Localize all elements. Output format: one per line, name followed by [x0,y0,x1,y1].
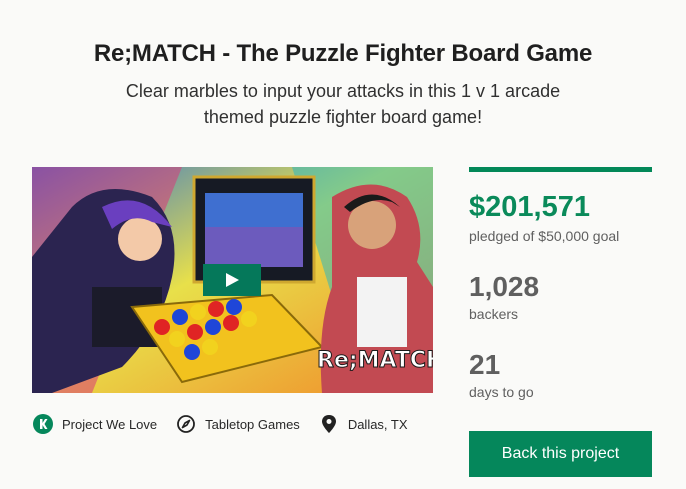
pledged-goal-text: pledged of $50,000 goal [469,228,620,244]
funding-stats: $201,571 pledged of $50,000 goal 1,028 b… [469,167,652,400]
tag-location[interactable]: Dallas, TX [318,413,408,435]
days-remaining: 21 [469,349,501,380]
kickstarter-badge-icon [32,413,54,435]
backers-label: backers [469,306,519,322]
back-this-project-button[interactable]: Back this project [469,431,652,477]
tag-category[interactable]: Tabletop Games [175,413,300,435]
funding-progress-bar [469,167,652,172]
backers-count: 1,028 [469,271,540,302]
tag-project-we-love[interactable]: Project We Love [32,413,157,435]
compass-icon [175,413,197,435]
tag-label: Dallas, TX [347,416,408,432]
project-tags: Project We Love Tabletop Games Dallas, T… [32,412,426,436]
project-title: Re;MATCH - The Puzzle Fighter Board Game [93,40,593,67]
video-logo-text: Re;MATCH [317,348,433,373]
days-label: days to go [469,384,534,400]
project-blurb: Clear marbles to input your attacks in t… [125,81,561,127]
funding-progress-fill [469,167,652,172]
tag-label: Project We Love [62,416,158,432]
tag-label: Tabletop Games [205,416,300,432]
pledged-amount: $201,571 [469,191,590,223]
play-button[interactable] [203,264,261,296]
project-video[interactable]: Re;MATCH [32,167,433,393]
location-pin-icon [318,413,340,435]
